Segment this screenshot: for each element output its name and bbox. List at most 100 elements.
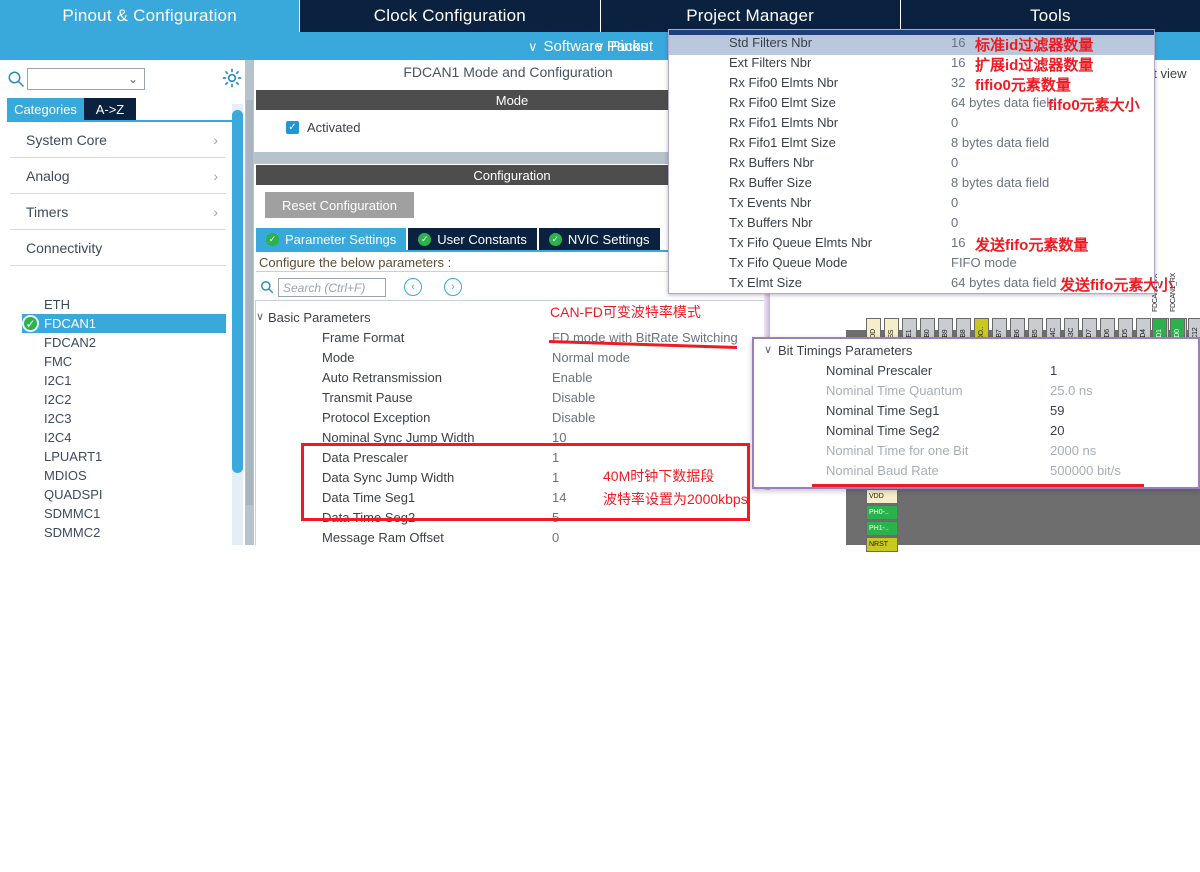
parameter-value[interactable]: 0 [951,215,958,230]
reset-configuration-button[interactable]: Reset Configuration [265,192,414,218]
table-row[interactable]: Transmit Pause Disable [256,390,770,410]
tab-parameter-settings[interactable]: ✓ Parameter Settings [256,228,407,250]
tab-user-constants[interactable]: ✓ User Constants [408,228,537,250]
chip-pin-left-vdd[interactable]: VDD [866,489,898,504]
table-row[interactable]: Auto Retransmission Enable [256,370,770,390]
parameter-value[interactable]: 64 bytes data field [951,95,1057,110]
parameter-value[interactable]: 16 [951,235,965,250]
popup-row-tx-events-nbr[interactable]: Tx Events Nbr 0 [669,195,1154,215]
gear-icon[interactable] [222,68,242,88]
sidebar-group-system-core[interactable]: System Core › [10,122,226,158]
tab-a-to-z[interactable]: A->Z [84,98,136,120]
popup-bit-timings-header[interactable]: ∨ Bit Timings Parameters [754,343,1198,363]
peripheral-label: MDIOS [44,468,87,483]
parameter-value[interactable]: 0 [951,155,958,170]
popup-row-rx-fifo0-elmts-nbr[interactable]: Rx Fifo0 Elmts Nbr 32 [669,75,1154,95]
parameter-search-row: Search (Ctrl+F) ‹ › [256,278,556,298]
sidebar-item-lpuart1[interactable]: LPUART1 [44,447,226,466]
parameter-search-input[interactable]: Search (Ctrl+F) [278,278,386,297]
sidebar-scrollbar-thumb[interactable] [232,110,243,473]
parameter-value[interactable]: 8 bytes data field [951,135,1049,150]
peripheral-label: FDCAN1 [44,316,97,331]
tab-label: Clock Configuration [373,6,526,25]
popup-row-rx-fifo1-elmts-nbr[interactable]: Rx Fifo1 Elmts Nbr 0 [669,115,1154,135]
search-prev-button[interactable]: ‹ [404,278,422,296]
tab-clock-configuration[interactable]: Clock Configuration [300,0,601,32]
parameter-value[interactable]: 0 [951,115,958,130]
sidebar-item-fdcan2[interactable]: FDCAN2 [44,333,226,352]
chip-pin-left-ph1[interactable]: PH1-.. [866,521,898,536]
parameter-value[interactable]: 8 bytes data field [951,175,1049,190]
sidebar-item-fdcan1[interactable]: ✓ FDCAN1 [22,314,226,333]
activated-checkbox-row[interactable]: ✓ Activated [286,120,360,135]
popup-row-rx-buffer-size[interactable]: Rx Buffer Size 8 bytes data field [669,175,1154,195]
search-input[interactable]: ⌄ [27,68,145,90]
parameter-name: Tx Buffers Nbr [729,215,813,230]
chevron-down-icon[interactable]: ∨ [764,343,772,356]
sidebar-item-eth[interactable]: ETH [44,295,226,314]
popup-row-nominal-time-one-bit: Nominal Time for one Bit 2000 ns [754,443,1198,463]
popup-row-rx-fifo1-elmt-size[interactable]: Rx Fifo1 Elmt Size 8 bytes data field [669,135,1154,155]
panel-splitter-handle[interactable] [246,100,253,505]
annotation-rx-fifo0-size: fifo0元素大小 [1048,97,1140,114]
search-icon[interactable] [260,280,274,294]
table-row[interactable]: Protocol Exception Disable [256,410,770,430]
parameter-value[interactable]: 16 [951,35,965,50]
sidebar-search-row: ⌄ [0,60,246,98]
parameter-value[interactable]: Normal mode [552,350,630,365]
sidebar-item-i2c4[interactable]: I2C4 [44,428,226,447]
check-icon: ✓ [22,315,39,332]
bit-timings-parameters-popup: ∨ Bit Timings Parameters Nominal Prescal… [752,337,1200,489]
parameter-value[interactable]: Disable [552,410,595,425]
tab-label: User Constants [437,231,527,247]
tab-project-manager[interactable]: Project Manager [600,0,901,32]
parameter-name: Tx Fifo Queue Mode [729,255,848,270]
table-row[interactable]: Message Ram Offset 0 [256,530,770,550]
parameter-value[interactable]: 0 [552,530,559,545]
search-next-button[interactable]: › [444,278,462,296]
sidebar-item-fmc[interactable]: FMC [44,352,226,371]
sidebar-item-sdmmc1[interactable]: SDMMC1 [44,504,226,523]
sidebar-item-i2c2[interactable]: I2C2 [44,390,226,409]
table-row[interactable]: Mode Normal mode [256,350,770,370]
parameter-value[interactable]: FIFO mode [951,255,1017,270]
sidebar-item-i2c1[interactable]: I2C1 [44,371,226,390]
sidebar-item-quadspi[interactable]: QUADSPI [44,485,226,504]
parameter-name: Mode [322,350,355,365]
group-label: Bit Timings Parameters [778,343,913,358]
sidebar-group-analog[interactable]: Analog › [10,158,226,194]
popup-row-nominal-time-seg1[interactable]: Nominal Time Seg1 59 [754,403,1198,423]
chevron-down-icon[interactable]: ∨ [256,310,264,323]
sidebar-item-mdios[interactable]: MDIOS [44,466,226,485]
sidebar-group-timers[interactable]: Timers › [10,194,226,230]
tab-pinout-configuration[interactable]: Pinout & Configuration [0,0,301,32]
tab-tools[interactable]: Tools [900,0,1200,32]
subnav-pinout[interactable]: ∨ Pinout [595,32,653,60]
peripheral-label: I2C2 [44,392,72,407]
popup-row-tx-fifo-queue-mode[interactable]: Tx Fifo Queue Mode FIFO mode [669,255,1154,275]
search-icon[interactable] [7,70,25,88]
popup-row-nominal-time-seg2[interactable]: Nominal Time Seg2 20 [754,423,1198,443]
sidebar-item-i2c3[interactable]: I2C3 [44,409,226,428]
parameter-value[interactable]: Disable [552,390,595,405]
popup-row-tx-buffers-nbr[interactable]: Tx Buffers Nbr 0 [669,215,1154,235]
parameter-value[interactable]: 16 [951,55,965,70]
parameter-value[interactable]: 59 [1050,403,1064,418]
chip-pin-left-ph0[interactable]: PH0-.. [866,505,898,520]
parameter-value[interactable]: Enable [552,370,592,385]
tab-categories[interactable]: Categories [7,98,84,120]
checkbox-icon[interactable]: ✓ [286,121,299,134]
sidebar-group-connectivity[interactable]: Connectivity [10,230,226,266]
popup-row-rx-buffers-nbr[interactable]: Rx Buffers Nbr 0 [669,155,1154,175]
chevron-down-icon: ⌄ [127,72,138,86]
parameter-value[interactable]: 32 [951,75,965,90]
parameter-value[interactable]: 1 [1050,363,1057,378]
tab-nvic-settings[interactable]: ✓ NVIC Settings [538,228,660,250]
annotation-data-note-2: 波特率设置为2000kbps [603,491,748,507]
parameter-value[interactable]: 20 [1050,423,1064,438]
popup-row-nominal-prescaler[interactable]: Nominal Prescaler 1 [754,363,1198,383]
sidebar-item-sdmmc2[interactable]: SDMMC2 [44,523,226,542]
peripheral-label: SDMMC2 [44,525,101,540]
parameter-value[interactable]: 64 bytes data field [951,275,1057,290]
parameter-value[interactable]: 0 [951,195,958,210]
